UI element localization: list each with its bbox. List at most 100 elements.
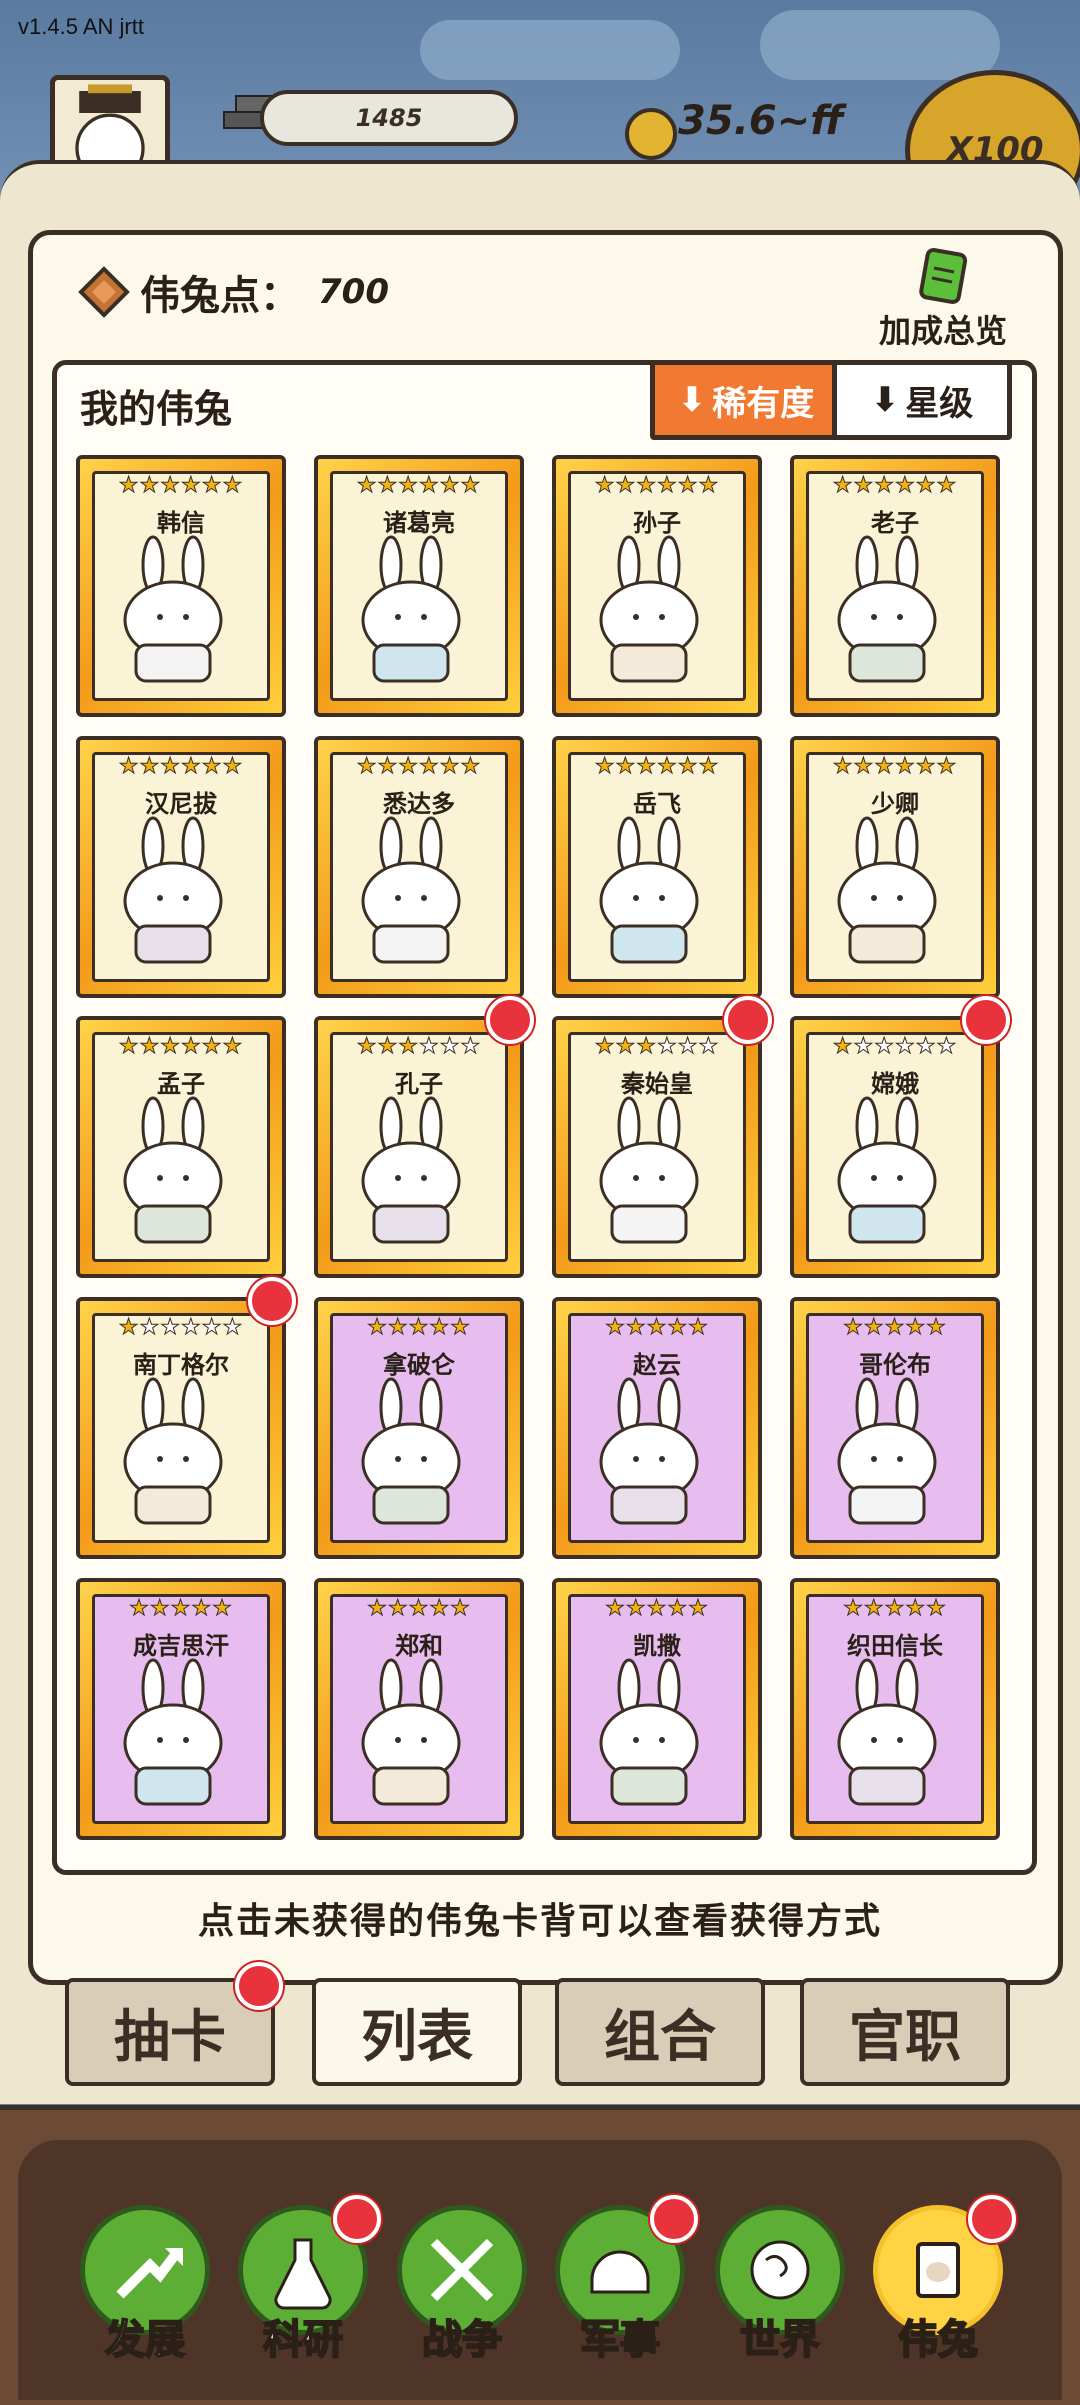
star-icon: ★ bbox=[832, 754, 854, 780]
hero-card[interactable]: ★★★★★★ 孙子 bbox=[552, 455, 762, 717]
hero-card[interactable]: ★★★★★ 织田信长 bbox=[790, 1578, 1000, 1840]
hero-card[interactable]: ★★★★★ 拿破仑 bbox=[314, 1297, 524, 1559]
crossed-swords-icon bbox=[430, 2238, 494, 2302]
hero-card[interactable]: ★★★★★ 凯撒 bbox=[552, 1578, 762, 1840]
star-icon: ★ bbox=[657, 1034, 678, 1060]
rabbit-hero-portrait bbox=[361, 1658, 461, 1806]
rabbit-hero-portrait bbox=[361, 816, 461, 964]
star-icon: ★ bbox=[450, 1596, 471, 1622]
star-icon: ★ bbox=[181, 1315, 202, 1341]
card-stars: ★★★★★★ bbox=[794, 754, 996, 780]
card-stars: ★★★★★★ bbox=[556, 473, 758, 499]
card-stars: ★★★★★★ bbox=[318, 473, 520, 499]
star-icon: ★ bbox=[398, 473, 419, 499]
star-icon: ★ bbox=[160, 473, 181, 499]
card-name: 南丁格尔 bbox=[133, 1351, 229, 1379]
hero-points-label: 伟兔点： bbox=[140, 273, 300, 319]
card-name: 赵云 bbox=[633, 1351, 681, 1379]
nav-item-3[interactable]: 战争 bbox=[392, 2205, 532, 2385]
cloud bbox=[760, 10, 1000, 80]
card-stars: ★★★★★★ bbox=[80, 1315, 282, 1341]
card-stars: ★★★★★ bbox=[556, 1315, 758, 1341]
star-icon: ★ bbox=[636, 473, 657, 499]
card-stars: ★★★★★ bbox=[556, 1596, 758, 1622]
notification-dot bbox=[486, 996, 534, 1044]
notification-dot bbox=[650, 2195, 698, 2243]
star-icon: ★ bbox=[439, 1034, 461, 1060]
star-icon: ★ bbox=[419, 1034, 440, 1060]
sort-by-star-button[interactable]: ⬇ 星级 bbox=[832, 360, 1012, 440]
hero-card[interactable]: ★★★★★★ 汉尼拔 bbox=[76, 736, 286, 998]
hero-card[interactable]: ★★★★★★ 韩信 bbox=[76, 455, 286, 717]
rabbit-hero-portrait bbox=[123, 816, 223, 964]
hero-card[interactable]: ★★★★★★ 南丁格尔 bbox=[76, 1297, 286, 1559]
star-icon: ★ bbox=[646, 1315, 668, 1341]
star-icon: ★ bbox=[698, 473, 720, 499]
hero-card[interactable]: ★★★★★★ 岳飞 bbox=[552, 736, 762, 998]
star-icon: ★ bbox=[139, 754, 161, 780]
star-icon: ★ bbox=[895, 473, 916, 499]
hero-card[interactable]: ★★★★★★ 孟子 bbox=[76, 1016, 286, 1278]
star-icon: ★ bbox=[356, 473, 378, 499]
star-icon: ★ bbox=[149, 1596, 171, 1622]
star-icon: ★ bbox=[657, 754, 678, 780]
nav-item-1[interactable]: 发展 bbox=[75, 2205, 215, 2385]
card-stars: ★★★★★★ bbox=[556, 1034, 758, 1060]
card-name: 老子 bbox=[871, 509, 919, 537]
rabbit-hero-portrait bbox=[123, 1096, 223, 1244]
star-icon: ★ bbox=[356, 1034, 378, 1060]
nav-item-5[interactable]: 世界 bbox=[710, 2205, 850, 2385]
hero-card[interactable]: ★★★★★★ 秦始皇 bbox=[552, 1016, 762, 1278]
card-name: 韩信 bbox=[157, 509, 205, 537]
star-icon: ★ bbox=[905, 1596, 927, 1622]
card-stars: ★★★★★★ bbox=[80, 1034, 282, 1060]
tab-3[interactable]: 组合 bbox=[555, 1978, 765, 2086]
nav-label: 发展 bbox=[104, 2316, 186, 2364]
hero-card[interactable]: ★★★★★ 哥伦布 bbox=[790, 1297, 1000, 1559]
nav-label: 伟兔 bbox=[897, 2316, 979, 2364]
star-icon: ★ bbox=[419, 473, 440, 499]
hero-card[interactable]: ★★★★★ 成吉思汗 bbox=[76, 1578, 286, 1840]
arrow-down-icon: ⬇ bbox=[870, 380, 900, 420]
card-name: 哥伦布 bbox=[859, 1351, 931, 1379]
star-icon: ★ bbox=[853, 754, 875, 780]
sort-by-rarity-button[interactable]: ⬇ 稀有度 bbox=[650, 360, 842, 440]
card-name: 拿破仑 bbox=[383, 1351, 455, 1379]
notification-dot bbox=[235, 1962, 283, 2010]
card-name: 汉尼拔 bbox=[145, 790, 217, 818]
hero-card[interactable]: ★★★★★★ 诸葛亮 bbox=[314, 455, 524, 717]
list-title: 我的伟兔 bbox=[80, 387, 233, 431]
star-icon: ★ bbox=[605, 1596, 626, 1622]
hero-card[interactable]: ★★★★★ 郑和 bbox=[314, 1578, 524, 1840]
tab-4[interactable]: 官职 bbox=[800, 1978, 1010, 2086]
nav-label: 科研 bbox=[262, 2316, 344, 2364]
star-icon: ★ bbox=[688, 1596, 709, 1622]
star-icon: ★ bbox=[884, 1596, 906, 1622]
star-icon: ★ bbox=[843, 1315, 864, 1341]
star-icon: ★ bbox=[874, 473, 895, 499]
star-icon: ★ bbox=[377, 473, 399, 499]
hero-card[interactable]: ★★★★★ 赵云 bbox=[552, 1297, 762, 1559]
star-icon: ★ bbox=[843, 1596, 864, 1622]
star-icon: ★ bbox=[201, 1034, 223, 1060]
star-icon: ★ bbox=[625, 1315, 647, 1341]
rabbit-hero-portrait bbox=[361, 1096, 461, 1244]
rabbit-hero-portrait bbox=[837, 816, 937, 964]
hero-card[interactable]: ★★★★★★ 嫦娥 bbox=[790, 1016, 1000, 1278]
star-icon: ★ bbox=[460, 1034, 482, 1060]
star-icon: ★ bbox=[118, 754, 140, 780]
sort-rarity-label: 稀有度 bbox=[712, 383, 815, 424]
star-icon: ★ bbox=[915, 473, 937, 499]
star-icon: ★ bbox=[884, 1315, 906, 1341]
tab-2[interactable]: 列表 bbox=[312, 1978, 522, 2086]
hero-card[interactable]: ★★★★★★ 孔子 bbox=[314, 1016, 524, 1278]
star-icon: ★ bbox=[118, 473, 140, 499]
hero-card[interactable]: ★★★★★★ 老子 bbox=[790, 455, 1000, 717]
bonus-overview-button[interactable]: 加成总览 bbox=[868, 248, 1018, 350]
hero-card[interactable]: ★★★★★★ 悉达多 bbox=[314, 736, 524, 998]
star-icon: ★ bbox=[905, 1315, 927, 1341]
star-icon: ★ bbox=[181, 754, 202, 780]
sort-star-label: 星级 bbox=[905, 383, 974, 424]
star-icon: ★ bbox=[667, 1315, 689, 1341]
hero-card[interactable]: ★★★★★★ 少卿 bbox=[790, 736, 1000, 998]
